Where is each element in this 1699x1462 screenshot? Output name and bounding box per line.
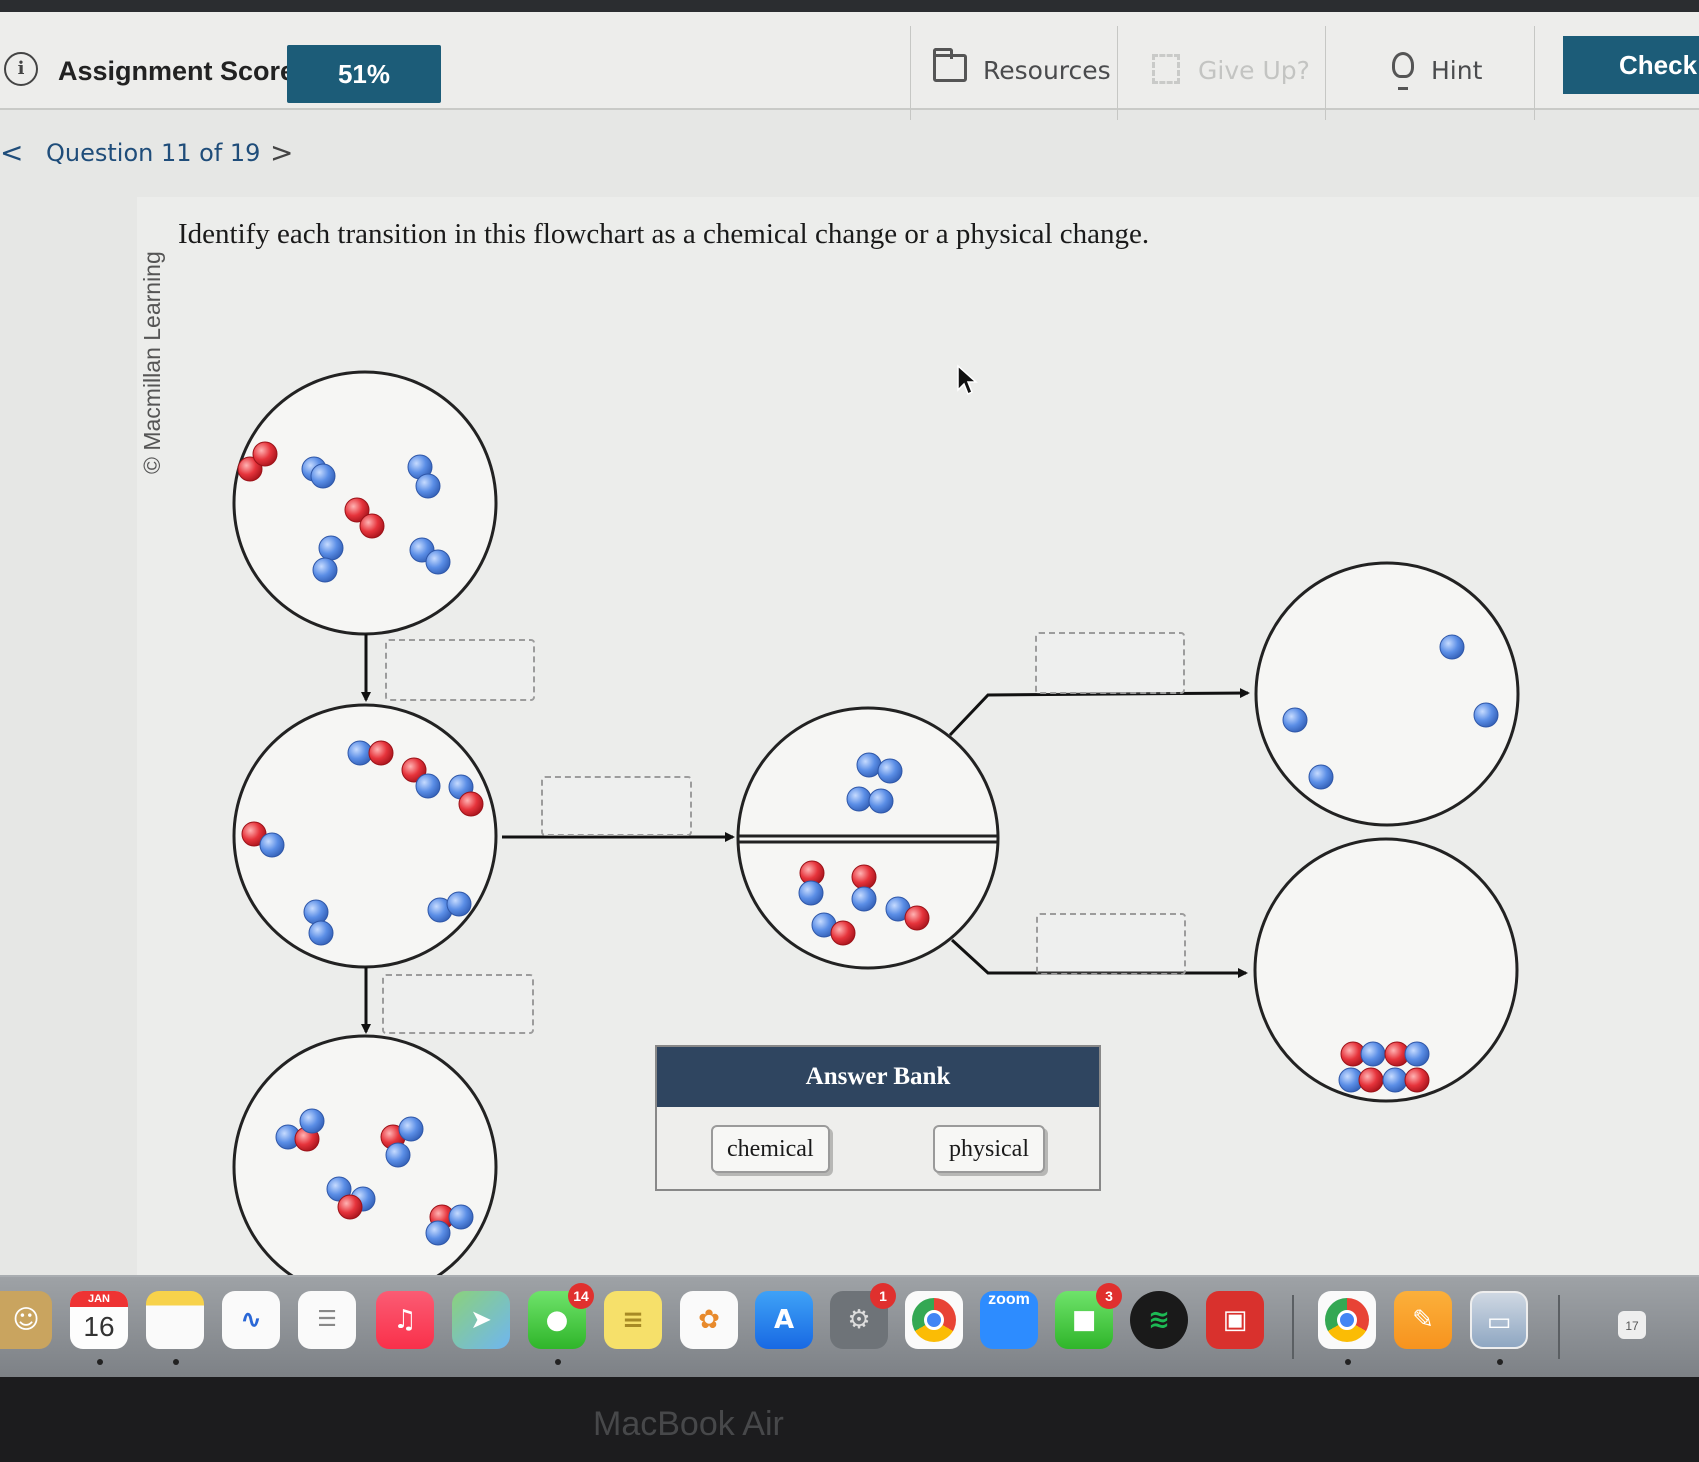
answer-chip-chemical[interactable]: chemical — [711, 1125, 830, 1173]
red-atom — [359, 513, 385, 539]
reminders-icon[interactable]: ☰ — [298, 1291, 356, 1349]
contacts-icon[interactable]: ☺ — [0, 1291, 52, 1349]
red-atom — [1358, 1067, 1384, 1093]
notes-icon[interactable] — [146, 1291, 204, 1349]
blue-atom — [446, 891, 472, 917]
red-atom — [830, 920, 856, 946]
answer-chip-physical[interactable]: physical — [933, 1125, 1045, 1173]
blue-atom — [448, 1204, 474, 1230]
running-indicator — [173, 1359, 179, 1365]
music-icon[interactable]: ♫ — [376, 1291, 434, 1349]
freeform-icon[interactable]: ∿ — [222, 1291, 280, 1349]
blue-atom — [318, 535, 344, 561]
blue-atom — [1439, 634, 1465, 660]
state-3-circle — [232, 1034, 498, 1275]
running-indicator — [555, 1359, 561, 1365]
chrome-icon[interactable] — [905, 1291, 963, 1349]
mixture-circle — [736, 706, 1000, 970]
maps-icon[interactable]: ➤ — [452, 1291, 510, 1349]
blue-atom — [1382, 1067, 1408, 1093]
blue-atom — [310, 463, 336, 489]
dock-separator — [1292, 1295, 1294, 1359]
settings-badge: 1 — [870, 1283, 896, 1309]
red-atom — [1404, 1067, 1430, 1093]
blue-atom — [299, 1108, 325, 1134]
product-bottom-circle — [1253, 837, 1519, 1103]
blue-atom — [259, 832, 285, 858]
blue-atom — [425, 1220, 451, 1246]
answer-dropzone-1[interactable] — [385, 639, 535, 701]
red-atom — [458, 791, 484, 817]
answer-dropzone-2[interactable] — [541, 776, 692, 836]
screen: i Assignment Score: 51% Resources Give U… — [0, 0, 1699, 1275]
stickies-icon[interactable]: ≡ — [604, 1291, 662, 1349]
blue-atom — [347, 740, 373, 766]
app-store-icon[interactable]: A — [755, 1291, 813, 1349]
product-top-circle — [1254, 561, 1520, 827]
blue-atom — [856, 752, 882, 778]
blue-atom — [846, 786, 872, 812]
calendar-icon[interactable]: JAN 16 — [70, 1291, 128, 1349]
dock: ☺ JAN 16 ∿ ☰ ♫ ➤ ● 14 ≡ ✿ A ⚙ 1 zoom ■ 3… — [0, 1275, 1699, 1377]
blue-atom — [1282, 707, 1308, 733]
facetime-badge: 3 — [1096, 1283, 1122, 1309]
red-atom — [252, 441, 278, 467]
answer-bank-title: Answer Bank — [657, 1047, 1099, 1107]
zoom-icon[interactable]: zoom — [980, 1291, 1038, 1349]
red-atom — [368, 740, 394, 766]
blue-atom — [385, 1142, 411, 1168]
speech-bubble-icon: ● — [545, 1305, 569, 1335]
dock-separator — [1558, 1295, 1560, 1359]
preview-icon[interactable]: ▭ — [1470, 1291, 1528, 1349]
answer-dropzone-5[interactable] — [1036, 913, 1186, 975]
mouse-pointer-icon — [957, 364, 978, 396]
blue-atom — [868, 788, 894, 814]
blue-atom — [851, 886, 877, 912]
answer-bank: Answer Bank chemical physical — [655, 1045, 1101, 1191]
blue-atom — [798, 880, 824, 906]
red-atom — [851, 864, 877, 890]
pages-icon[interactable]: ✎ — [1394, 1291, 1452, 1349]
answer-dropzone-4[interactable] — [1035, 632, 1185, 694]
red-atom — [904, 905, 930, 931]
running-indicator — [1345, 1359, 1351, 1365]
calendar-day: 16 — [83, 1311, 115, 1342]
blue-atom — [877, 758, 903, 784]
messages-badge: 14 — [568, 1283, 594, 1309]
red-atom — [337, 1194, 363, 1220]
chrome-app-icon[interactable] — [1318, 1291, 1376, 1349]
blue-atom — [415, 473, 441, 499]
running-indicator — [1497, 1359, 1503, 1365]
blue-atom — [415, 773, 441, 799]
blue-atom — [312, 557, 338, 583]
photos-icon[interactable]: ✿ — [680, 1291, 738, 1349]
blue-atom — [308, 920, 334, 946]
blue-atom — [398, 1116, 424, 1142]
blue-atom — [1473, 702, 1499, 728]
trash-calendar-icon[interactable]: 17 — [1618, 1311, 1646, 1339]
blue-atom — [425, 549, 451, 575]
answer-dropzone-3[interactable] — [382, 974, 534, 1034]
blue-atom — [1360, 1041, 1386, 1067]
spotify-icon[interactable]: ≋ — [1130, 1291, 1188, 1349]
blue-atom — [1404, 1041, 1430, 1067]
blue-atom — [1308, 764, 1334, 790]
running-indicator — [97, 1359, 103, 1365]
photo-booth-icon[interactable]: ▣ — [1206, 1291, 1264, 1349]
blue-atom — [303, 899, 329, 925]
bezel-label: MacBook Air — [593, 1405, 784, 1443]
arrow-mixture-top — [948, 688, 1250, 737]
